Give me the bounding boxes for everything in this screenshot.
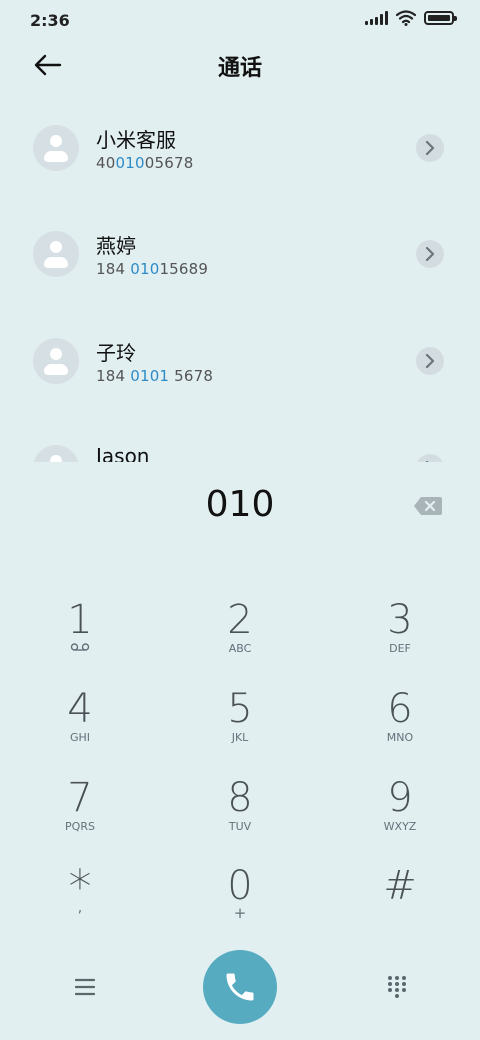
key-5[interactable]: 5 JKL: [180, 687, 300, 767]
wifi-icon: [396, 10, 416, 26]
list-item[interactable]: Jason: [0, 416, 480, 462]
list-item[interactable]: 小米客服 4001005678: [0, 96, 480, 202]
contact-details-button[interactable]: [416, 134, 444, 162]
key-letters: ABC: [228, 642, 252, 655]
list-item[interactable]: 子玲 184 0101 5678: [0, 309, 480, 415]
key-digit: 9: [387, 775, 413, 821]
key-letters: [340, 908, 460, 922]
backspace-button[interactable]: [412, 494, 444, 518]
key-digit: 8: [227, 775, 253, 821]
key-letters: PQRS: [65, 820, 95, 833]
chevron-right-icon: [425, 247, 435, 261]
menu-icon: [75, 978, 95, 996]
avatar: [33, 445, 79, 462]
key-digit: #: [383, 863, 417, 909]
contact-name: 子玲: [96, 341, 136, 365]
avatar: [33, 125, 79, 171]
status-bar: 2:36: [0, 0, 480, 40]
contact-name: 小米客服: [96, 128, 176, 152]
contact-details-button[interactable]: [416, 347, 444, 375]
battery-fill: [428, 15, 450, 21]
key-star[interactable]: * ,: [20, 862, 140, 942]
signal-icon: [365, 11, 388, 25]
key-digit: 6: [387, 686, 413, 732]
dialpad-icon: [388, 976, 406, 998]
key-7[interactable]: 7 PQRS: [20, 776, 140, 856]
key-digit: 3: [387, 597, 413, 643]
key-letters: GHI: [69, 731, 91, 744]
key-2[interactable]: 2 ABC: [180, 598, 300, 678]
contact-number: 184 01015689: [96, 260, 209, 278]
key-digit: 4: [67, 686, 93, 732]
backspace-icon: [414, 497, 442, 515]
key-letters: MNO: [386, 731, 414, 744]
voicemail-icon: [20, 642, 140, 656]
key-digit: 0: [227, 863, 253, 909]
contact-number: 184 0101 5678: [96, 367, 214, 385]
list-item[interactable]: 燕婷 184 01015689: [0, 202, 480, 308]
key-4[interactable]: 4 GHI: [20, 687, 140, 767]
chevron-right-icon: [425, 354, 435, 368]
key-letters: TUV: [228, 820, 252, 833]
key-0[interactable]: 0 +: [180, 864, 300, 944]
contact-details-button[interactable]: [416, 240, 444, 268]
avatar: [33, 338, 79, 384]
call-button[interactable]: [203, 950, 277, 1024]
key-hash[interactable]: #: [340, 864, 460, 944]
chevron-right-icon: [425, 461, 429, 462]
key-6[interactable]: 6 MNO: [340, 687, 460, 767]
key-digit: 5: [227, 686, 253, 732]
dial-input[interactable]: 010: [0, 484, 480, 525]
status-time: 2:36: [30, 11, 70, 30]
key-letters: +: [233, 904, 247, 922]
avatar: [33, 231, 79, 277]
key-digit: 1: [67, 597, 93, 643]
key-letters: WXYZ: [383, 820, 417, 833]
contact-details-button[interactable]: [416, 454, 444, 462]
key-letters: JKL: [231, 731, 249, 744]
key-letters: DEF: [389, 642, 411, 655]
phone-icon: [226, 973, 254, 1001]
contact-number: 4001005678: [96, 154, 194, 172]
key-8[interactable]: 8 TUV: [180, 776, 300, 856]
key-digit: 7: [67, 775, 93, 821]
contact-name: Jason: [96, 444, 150, 462]
key-letters: ,: [77, 900, 83, 916]
status-icons: [365, 10, 457, 26]
chevron-right-icon: [425, 141, 435, 155]
page-title: 通话: [217, 56, 262, 81]
menu-button[interactable]: [66, 970, 104, 1004]
battery-icon: [424, 11, 457, 25]
dialpad-toggle-button[interactable]: [378, 968, 416, 1006]
contact-name: 燕婷: [96, 234, 136, 258]
key-9[interactable]: 9 WXYZ: [340, 776, 460, 856]
key-1[interactable]: 1: [20, 598, 140, 678]
key-3[interactable]: 3 DEF: [340, 598, 460, 678]
key-digit: 2: [227, 597, 253, 643]
contact-list[interactable]: 小米客服 4001005678 燕婷 184 01015689 子玲 184 0…: [0, 96, 480, 462]
